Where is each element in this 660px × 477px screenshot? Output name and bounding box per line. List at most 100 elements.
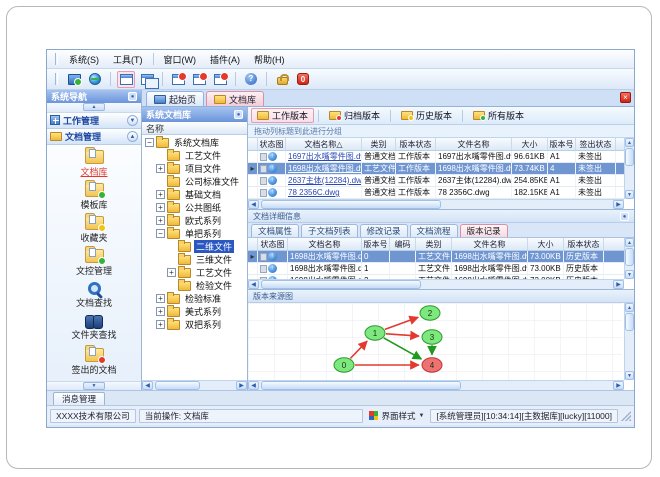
graph-horizontal-scrollbar[interactable]: ◀ ▶ (248, 380, 624, 390)
tree-column-header[interactable]: 名称 (142, 122, 247, 135)
scroll-down-icon[interactable]: ▼ (625, 190, 634, 199)
tab-文档库[interactable]: 文档库 (206, 91, 265, 106)
sidebar-item-签出的文档[interactable]: 签出的文档 (47, 344, 141, 381)
tree-node-检验文件[interactable]: 检验文件 (142, 278, 247, 292)
detail-tab-文档属性[interactable]: 文档属性 (251, 224, 300, 237)
version-button-所有版本[interactable]: 所有版本 (467, 108, 530, 123)
tree-node-检验标准[interactable]: + 检验标准 (142, 291, 247, 305)
exit-button[interactable]: 0 (294, 71, 312, 88)
column-header-类别[interactable]: 类别 (416, 238, 452, 250)
detail-tab-文档流程[interactable]: 文档流程 (409, 224, 458, 237)
ui-style-dropdown[interactable]: 界面样式 ▼ (366, 409, 427, 423)
table-row[interactable]: ↑ 78 2356C.dwg 普通文档 工作版本 78 2356C.dwg 182.15K… (248, 187, 634, 199)
collapse-icon[interactable]: − (156, 229, 165, 238)
pin-icon[interactable]: ● (620, 211, 629, 221)
document-link[interactable]: 2637主体(12284).dwg (288, 175, 361, 186)
scroll-right-icon[interactable]: ▶ (613, 381, 624, 390)
tree-node-公共图纸[interactable]: + 公共图纸 (142, 200, 247, 214)
tree-node-三维文件[interactable]: 三维文件 (142, 252, 247, 266)
scroll-down-icon[interactable]: ▼ (625, 371, 634, 380)
expand-icon[interactable]: + (167, 268, 176, 277)
scrollbar-thumb[interactable] (261, 280, 421, 289)
tree-node-工艺文件[interactable]: 工艺文件 (142, 148, 247, 162)
table-row[interactable]: ↑1698出水嘴零件图.dwg1工艺文件1698出水嘴零件图.dwg73.00K… (248, 263, 634, 275)
pin-icon[interactable]: ● (234, 110, 243, 119)
sidebar-item-文件夹查找[interactable]: 文件夹查找 (47, 314, 141, 348)
graph-vertical-scrollbar[interactable]: ▲ ▼ (624, 303, 634, 380)
scroll-right-icon[interactable]: ▶ (236, 381, 247, 390)
column-header-版本号[interactable]: 版本号 (362, 238, 390, 250)
expand-icon[interactable]: + (156, 320, 165, 329)
lock-button[interactable] (273, 71, 291, 88)
document-link[interactable]: 1697出水嘴零件图.dwg (288, 151, 361, 162)
windows-list-button[interactable] (138, 71, 159, 89)
column-header-版本状态[interactable]: 版本状态 (396, 138, 436, 150)
globe-button[interactable] (86, 71, 104, 88)
message-manager-tab[interactable]: 消息管理 (53, 392, 106, 405)
desktop-button[interactable] (65, 71, 83, 88)
table-row[interactable]: ↑ 2637主体(12284).dwg 普通文档 工作版本 2637主体(12284).… (248, 175, 634, 187)
menu-item[interactable]: 窗口(W) (157, 51, 204, 68)
menu-grip[interactable] (55, 53, 58, 65)
sidebar-item-文档查找[interactable]: 文档查找 (47, 281, 141, 315)
version-graph-canvas[interactable]: 0 1 2 3 4 (248, 303, 622, 381)
tree-node-基础文档[interactable]: + 基础文档 (142, 187, 247, 201)
menu-item[interactable]: 帮助(H) (247, 51, 292, 68)
scroll-left-icon[interactable]: ◀ (248, 381, 259, 390)
tree-horizontal-scrollbar[interactable]: ◀ ▶ (142, 380, 247, 390)
window-button[interactable] (117, 70, 135, 88)
expand-icon[interactable]: + (156, 164, 165, 173)
version-button-工作版本[interactable]: 工作版本 (251, 108, 315, 123)
table-row[interactable]: ↑1697出水嘴零件图.dwg普通文档工作版本1697出水嘴零件图.dwg96.… (248, 151, 634, 163)
scrollbar-thumb[interactable] (625, 148, 634, 166)
table-horizontal-scrollbar[interactable]: ◀ ▶ (248, 279, 624, 289)
version-button-历史版本[interactable]: 历史版本 (395, 108, 458, 123)
sidebar-panel-work-management[interactable]: 工作管理 ▼ (47, 112, 141, 129)
scroll-up-icon[interactable]: ▲ (625, 138, 634, 147)
expand-icon[interactable]: + (156, 307, 165, 316)
close-tab-button[interactable]: × (620, 92, 631, 103)
scrollbar-thumb[interactable] (155, 381, 200, 390)
column-header-文件名称[interactable]: 文件名称 (436, 138, 512, 150)
expand-icon[interactable]: + (156, 190, 165, 199)
column-header-状态图[interactable]: 状态图 (258, 138, 286, 150)
sidebar-item-文控管理[interactable]: 文控管理 (47, 245, 141, 282)
pin-icon[interactable]: ● (128, 92, 137, 101)
column-header-签出状态[interactable]: 签出状态 (576, 138, 616, 150)
detail-tab-子文档列表[interactable]: 子文档列表 (301, 224, 358, 237)
document-link[interactable]: 78 2356C.dwg (288, 188, 340, 197)
expand-icon[interactable]: + (156, 216, 165, 225)
column-header-文件名称[interactable]: 文件名称 (452, 238, 528, 250)
column-header-大小[interactable]: 大小 (528, 238, 564, 250)
close-all-button[interactable] (211, 71, 229, 88)
menu-item[interactable]: 系统(S) (62, 51, 106, 68)
table-row[interactable]: ▸↑1698出水嘴零件图.dwg工艺文件工作版本1698出水嘴零件图.dwg73… (248, 163, 634, 175)
sidebar-item-文档库[interactable]: 文档库 (47, 146, 141, 183)
version-button-归档版本[interactable]: 归档版本 (323, 108, 386, 123)
tree-node-系统文档库[interactable]: − 系统文档库 (142, 135, 247, 149)
column-header-大小[interactable]: 大小 (512, 138, 548, 150)
tree-node-单把系列[interactable]: − 单把系列 (142, 226, 247, 240)
scroll-right-icon[interactable]: ▶ (613, 200, 624, 209)
column-header-版本号[interactable]: 版本号 (548, 138, 576, 150)
scrollbar-thumb[interactable] (261, 381, 461, 390)
document-link[interactable]: 1698出水嘴零件图.dwg (288, 163, 361, 174)
table-vertical-scrollbar[interactable]: ▲ ▼ (624, 138, 634, 199)
toolbar-grip[interactable] (55, 73, 58, 85)
column-header-编码[interactable]: 编码 (390, 238, 416, 250)
detail-tab-版本记录[interactable]: 版本记录 (459, 224, 508, 237)
column-header-状态图[interactable]: 状态图 (258, 238, 288, 250)
sidebar-panel-doc-management[interactable]: 文档管理 ▲ (47, 128, 141, 145)
detail-tab-修改记录[interactable]: 修改记录 (359, 224, 408, 237)
table-horizontal-scrollbar[interactable]: ◀ ▶ (248, 199, 624, 209)
scrollbar-thumb[interactable] (625, 248, 634, 266)
expand-icon[interactable]: + (156, 203, 165, 212)
scroll-up-icon[interactable]: ▲ (625, 303, 634, 312)
group-by-bar[interactable]: 拖动列标题到此进行分组 (248, 125, 634, 138)
tree-node-二维文件[interactable]: 二维文件 (142, 239, 247, 253)
chevron-down-icon[interactable]: ▼ (127, 114, 138, 126)
tree-node-公司标准文件[interactable]: 公司标准文件 (142, 174, 247, 188)
column-header-版本状态[interactable]: 版本状态 (564, 238, 604, 250)
scroll-left-icon[interactable]: ◀ (142, 381, 153, 390)
table-row[interactable]: ▸↑1698出水嘴零件图.dwg0工艺文件1698出水嘴零件图.dwg73.00… (248, 251, 634, 263)
